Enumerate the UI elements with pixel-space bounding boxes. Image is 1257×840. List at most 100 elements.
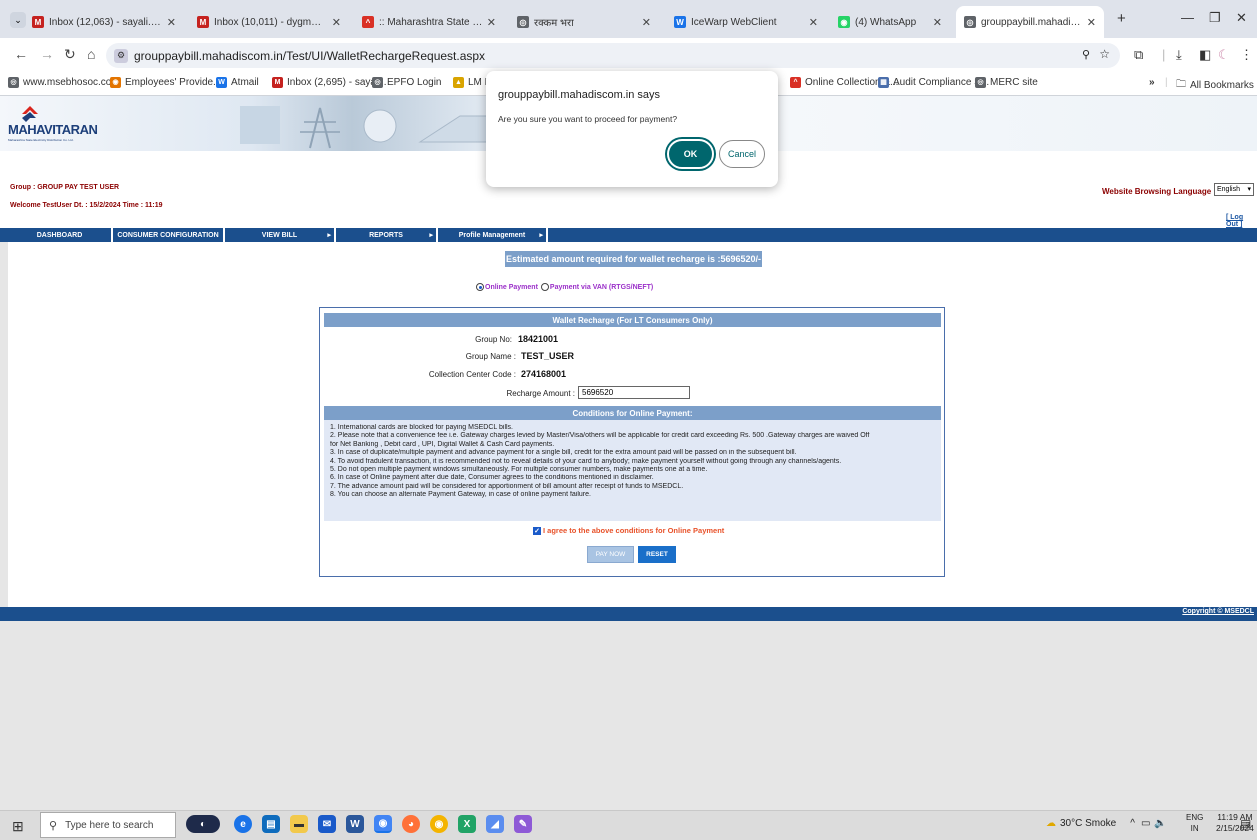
store-icon[interactable]: ▤: [262, 815, 280, 833]
paint-icon[interactable]: ✎: [514, 815, 532, 833]
dialog-ok-button[interactable]: OK: [667, 139, 714, 169]
tab-label: IceWarp WebClient: [691, 16, 777, 28]
condition-item: 3. In case of duplicate/multiple payment…: [330, 449, 797, 457]
tab-5[interactable]: ◉ (4) WhatsApp ✕: [830, 6, 950, 38]
system-tray: ☁ 30°C Smoke ^ ▭ 🔈: [1046, 818, 1167, 829]
language-select[interactable]: English ▾: [1214, 183, 1254, 196]
widgets-icon[interactable]: ◐: [186, 815, 220, 833]
tab-3[interactable]: ◎ रक्कम भरा ✕: [509, 6, 659, 38]
mahavitaran-icon: ^: [362, 16, 374, 28]
recharge-amount-label: Recharge Amount :: [506, 389, 575, 398]
back-icon[interactable]: ←: [14, 46, 28, 62]
weather-text[interactable]: 30°C Smoke: [1060, 818, 1116, 829]
window-close-icon[interactable]: ✕: [1236, 10, 1247, 26]
extensions-icon[interactable]: ⧉: [1134, 47, 1143, 63]
bookmark-item[interactable]: ◉ Employees' Provide...: [110, 77, 221, 88]
radio-online-payment[interactable]: [476, 283, 484, 291]
agree-label[interactable]: I agree to the above conditions for Onli…: [543, 526, 724, 535]
wallet-recharge-title: Wallet Recharge (For LT Consumers Only): [324, 313, 941, 327]
notifications-icon[interactable]: ▤ 3: [1240, 817, 1251, 831]
firefox-icon[interactable]: ◕: [402, 815, 420, 833]
bookmark-item[interactable]: ▦ Audit Compliance S...: [878, 77, 989, 88]
forward-icon[interactable]: →: [40, 46, 54, 62]
site-info-icon[interactable]: ⚙: [114, 48, 128, 63]
zoom-icon[interactable]: ⚲: [1082, 48, 1090, 61]
minimize-icon[interactable]: —: [1181, 10, 1194, 25]
radio-van-payment[interactable]: [540, 283, 549, 291]
gmail-icon: M: [197, 16, 209, 28]
downloads-icon[interactable]: ⤓: [1176, 47, 1182, 63]
logo-text: MAHAVITARAN: [8, 122, 98, 137]
tab-2[interactable]: ^:: Maharashtra State Electricity ✕: [354, 6, 504, 38]
edge-icon[interactable]: e: [234, 815, 252, 833]
bookmark-item[interactable]: M Inbox (2,695) - sayal...: [272, 77, 387, 88]
menu-item-view-bill[interactable]: VIEW BILL ▸: [225, 228, 336, 242]
volume-icon[interactable]: 🔈: [1154, 818, 1166, 829]
menu-item-dashboard[interactable]: DASHBOARD: [8, 228, 113, 242]
copyright-link[interactable]: Copyright © MSEDCL: [1182, 608, 1254, 615]
bookmarks-overflow-icon[interactable]: »: [1149, 77, 1155, 88]
bookmark-star-icon[interactable]: ☆: [1099, 47, 1110, 61]
mail-icon[interactable]: ✉: [318, 815, 336, 833]
group-label: Group : GROUP PAY TEST USER: [10, 184, 120, 191]
word-icon[interactable]: W: [346, 815, 364, 833]
network-icon[interactable]: ▭: [1141, 818, 1150, 829]
reload-icon[interactable]: ↻: [64, 46, 76, 63]
chrome-icon[interactable]: ◉: [374, 815, 392, 833]
tab-close-icon[interactable]: ✕: [933, 16, 942, 29]
recharge-amount-input[interactable]: 5696520: [578, 386, 690, 399]
menu-arrow-icon: ▸: [429, 232, 433, 239]
globe-icon: ◎: [517, 16, 529, 28]
restore-icon[interactable]: ❐: [1209, 10, 1221, 26]
logo-subtitle: Maharashtra State Electricity Distributi…: [8, 138, 74, 142]
weather-icon[interactable]: ☁: [1046, 818, 1056, 829]
app-icon[interactable]: ◢: [486, 815, 504, 833]
menu-kebab-icon[interactable]: ⋮: [1240, 47, 1253, 63]
tab-1[interactable]: M Inbox (10,011) - dygmmumbai@ ✕: [189, 6, 349, 38]
chrome-alt-icon[interactable]: ◉: [430, 815, 448, 833]
bookmark-item[interactable]: ◎ EPFO Login: [372, 77, 441, 88]
profile-icon[interactable]: ☾: [1218, 47, 1230, 63]
tab-6[interactable]: ◎ grouppaybill.mahadiscom.in/Te ✕: [956, 6, 1104, 38]
welcome-text: Welcome TestUser Dt. : 15/2/2024 Time : …: [10, 202, 163, 209]
menu-item-consumer-configuration[interactable]: CONSUMER CONFIGURATION: [113, 228, 225, 242]
pay-now-button[interactable]: PAY NOW: [587, 546, 634, 563]
tab-close-icon[interactable]: ✕: [1087, 16, 1096, 29]
tab-4[interactable]: W IceWarp WebClient ✕: [666, 6, 826, 38]
bookmark-favicon-icon: ^: [790, 77, 801, 88]
tab-close-icon[interactable]: ✕: [809, 16, 818, 29]
home-icon[interactable]: ⌂: [87, 46, 95, 62]
reset-button[interactable]: RESET: [638, 546, 676, 563]
tray-chevron-icon[interactable]: ^: [1130, 818, 1135, 829]
taskbar-search-box[interactable]: ⚲ Type here to search: [40, 812, 176, 838]
url-text: grouppaybill.mahadiscom.in/Test/UI/Walle…: [134, 48, 486, 63]
excel-icon[interactable]: X: [458, 815, 476, 833]
tab-close-icon[interactable]: ✕: [642, 16, 651, 29]
bookmark-favicon-icon: ◉: [110, 77, 121, 88]
condition-item: 6. In case of Online payment after due d…: [330, 474, 654, 482]
tab-close-icon[interactable]: ✕: [332, 16, 341, 29]
tab-close-icon[interactable]: ✕: [167, 16, 176, 29]
menu-item-reports[interactable]: REPORTS ▸: [336, 228, 438, 242]
menu-item-profile-management[interactable]: Profile Management ▸: [438, 228, 548, 242]
radio-van-label[interactable]: Payment via VAN (RTGS/NEFT): [550, 284, 653, 291]
menu-spacer: [0, 228, 8, 242]
bookmark-item[interactable]: W Atmail: [216, 77, 259, 88]
windows-start-icon[interactable]: ⊞: [12, 818, 24, 835]
radio-online-label[interactable]: Online Payment: [485, 284, 538, 291]
menu-label: Profile Management: [458, 231, 526, 239]
url-bar[interactable]: ⚙ grouppaybill.mahadiscom.in/Test/UI/Wal…: [106, 43, 1120, 68]
bookmark-item[interactable]: ◎ MERC site: [975, 77, 1038, 88]
new-tab-icon[interactable]: +: [1117, 10, 1126, 27]
condition-item: 8. You can choose an alternate Payment G…: [330, 491, 591, 499]
bookmark-item[interactable]: ◎ www.msebhosoc.com: [8, 77, 120, 88]
dialog-cancel-button[interactable]: Cancel: [719, 140, 765, 168]
input-language[interactable]: ENG IN: [1186, 812, 1203, 834]
sidepanel-icon[interactable]: ◧: [1199, 47, 1211, 63]
tab-0[interactable]: M Inbox (12,063) - sayali.javeri1@ ✕: [24, 6, 184, 38]
file-explorer-icon[interactable]: ▬: [290, 815, 308, 833]
logout-link[interactable]: [ Log Out ]: [1226, 214, 1257, 228]
all-bookmarks-button[interactable]: 🗀 All Bookmarks: [1176, 77, 1254, 94]
agree-checkbox[interactable]: ✓: [533, 526, 541, 535]
tab-close-icon[interactable]: ✕: [487, 16, 496, 29]
